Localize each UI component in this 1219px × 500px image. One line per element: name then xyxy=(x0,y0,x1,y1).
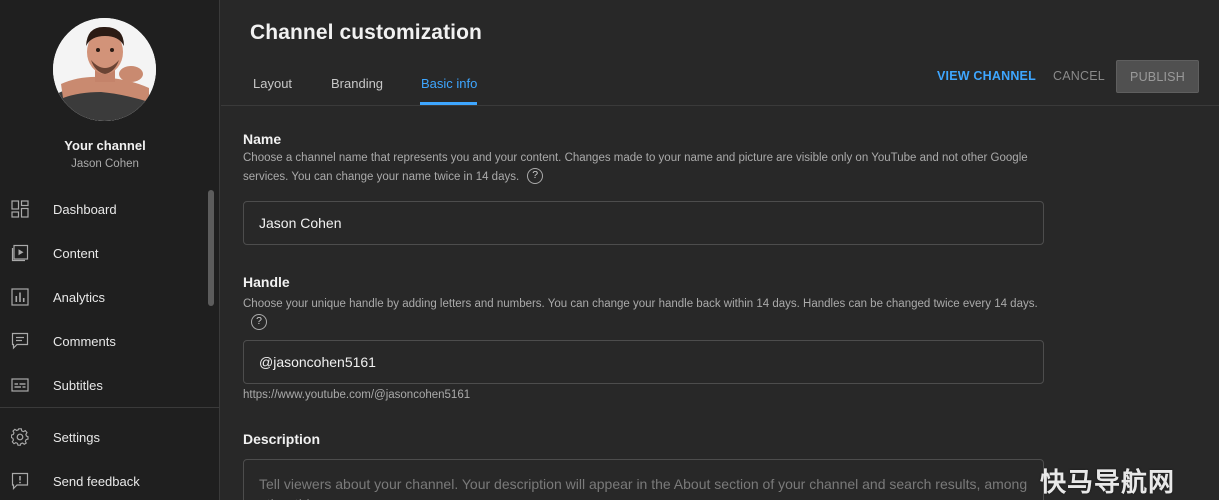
description-textarea[interactable]: Tell viewers about your channel. Your de… xyxy=(243,459,1044,500)
help-icon[interactable]: ? xyxy=(251,313,267,330)
feedback-icon xyxy=(11,472,29,490)
name-description-text: Choose a channel name that represents yo… xyxy=(243,152,1028,183)
sidebar-item-label: Dashboard xyxy=(53,201,117,217)
name-field[interactable]: Jason Cohen xyxy=(243,201,1044,245)
header-divider xyxy=(221,105,1219,106)
view-channel-button[interactable]: VIEW CHANNEL xyxy=(937,69,1036,83)
sidebar-item-content[interactable]: Content xyxy=(0,233,204,273)
gear-icon xyxy=(11,428,29,446)
tab-branding[interactable]: Branding xyxy=(331,76,383,91)
sidebar-item-label: Send feedback xyxy=(53,473,140,489)
watermark: 快马导航网 xyxy=(1040,468,1176,498)
sidebar-item-comments[interactable]: Comments xyxy=(0,321,204,361)
sidebar-divider xyxy=(0,407,220,408)
dashboard-icon xyxy=(11,200,29,218)
handle-section-description: Choose your unique handle by adding lett… xyxy=(243,295,1043,333)
sidebar-item-send-feedback[interactable]: Send feedback xyxy=(0,461,204,500)
sidebar-item-analytics[interactable]: Analytics xyxy=(0,277,204,317)
handle-section-title: Handle xyxy=(243,274,290,290)
sidebar-scrollbar[interactable] xyxy=(208,190,214,306)
name-section-description: Choose a channel name that represents yo… xyxy=(243,149,1043,187)
help-icon[interactable]: ? xyxy=(527,167,544,184)
your-channel-title: Your channel xyxy=(64,138,146,153)
sidebar-item-dashboard[interactable]: Dashboard xyxy=(0,189,204,229)
comments-icon xyxy=(11,332,29,350)
channel-url: https://www.youtube.com/@jasoncohen5161 xyxy=(243,389,471,401)
tab-layout[interactable]: Layout xyxy=(253,76,292,91)
sidebar-item-subtitles[interactable]: Subtitles xyxy=(0,365,204,405)
sidebar-item-label: Content xyxy=(53,245,99,261)
publish-button[interactable]: PUBLISH xyxy=(1116,60,1199,93)
handle-description-text: Choose your unique handle by adding lett… xyxy=(243,298,1038,310)
sidebar-item-label: Subtitles xyxy=(53,377,103,393)
cancel-button[interactable]: CANCEL xyxy=(1053,69,1105,83)
name-section-title: Name xyxy=(243,131,282,147)
tab-basic-info[interactable]: Basic info xyxy=(421,76,477,91)
description-section-title: Description xyxy=(243,431,321,447)
sidebar-item-settings[interactable]: Settings xyxy=(0,417,204,457)
sidebar-item-label: Analytics xyxy=(53,289,106,305)
avatar-image xyxy=(53,18,156,121)
analytics-bar-icon xyxy=(11,288,29,306)
content-play-icon xyxy=(11,244,29,262)
sidebar-item-label: Settings xyxy=(53,429,100,445)
handle-field[interactable]: @jasoncohen5161 xyxy=(243,340,1044,384)
sidebar-item-label: Comments xyxy=(53,333,116,349)
channel-avatar[interactable] xyxy=(53,18,156,121)
page-title: Channel customization xyxy=(250,21,482,44)
sidebar: Your channel Jason Cohen Dashboard Conte… xyxy=(0,0,220,500)
subtitles-icon xyxy=(11,378,29,392)
channel-name: Jason Cohen xyxy=(71,158,139,170)
